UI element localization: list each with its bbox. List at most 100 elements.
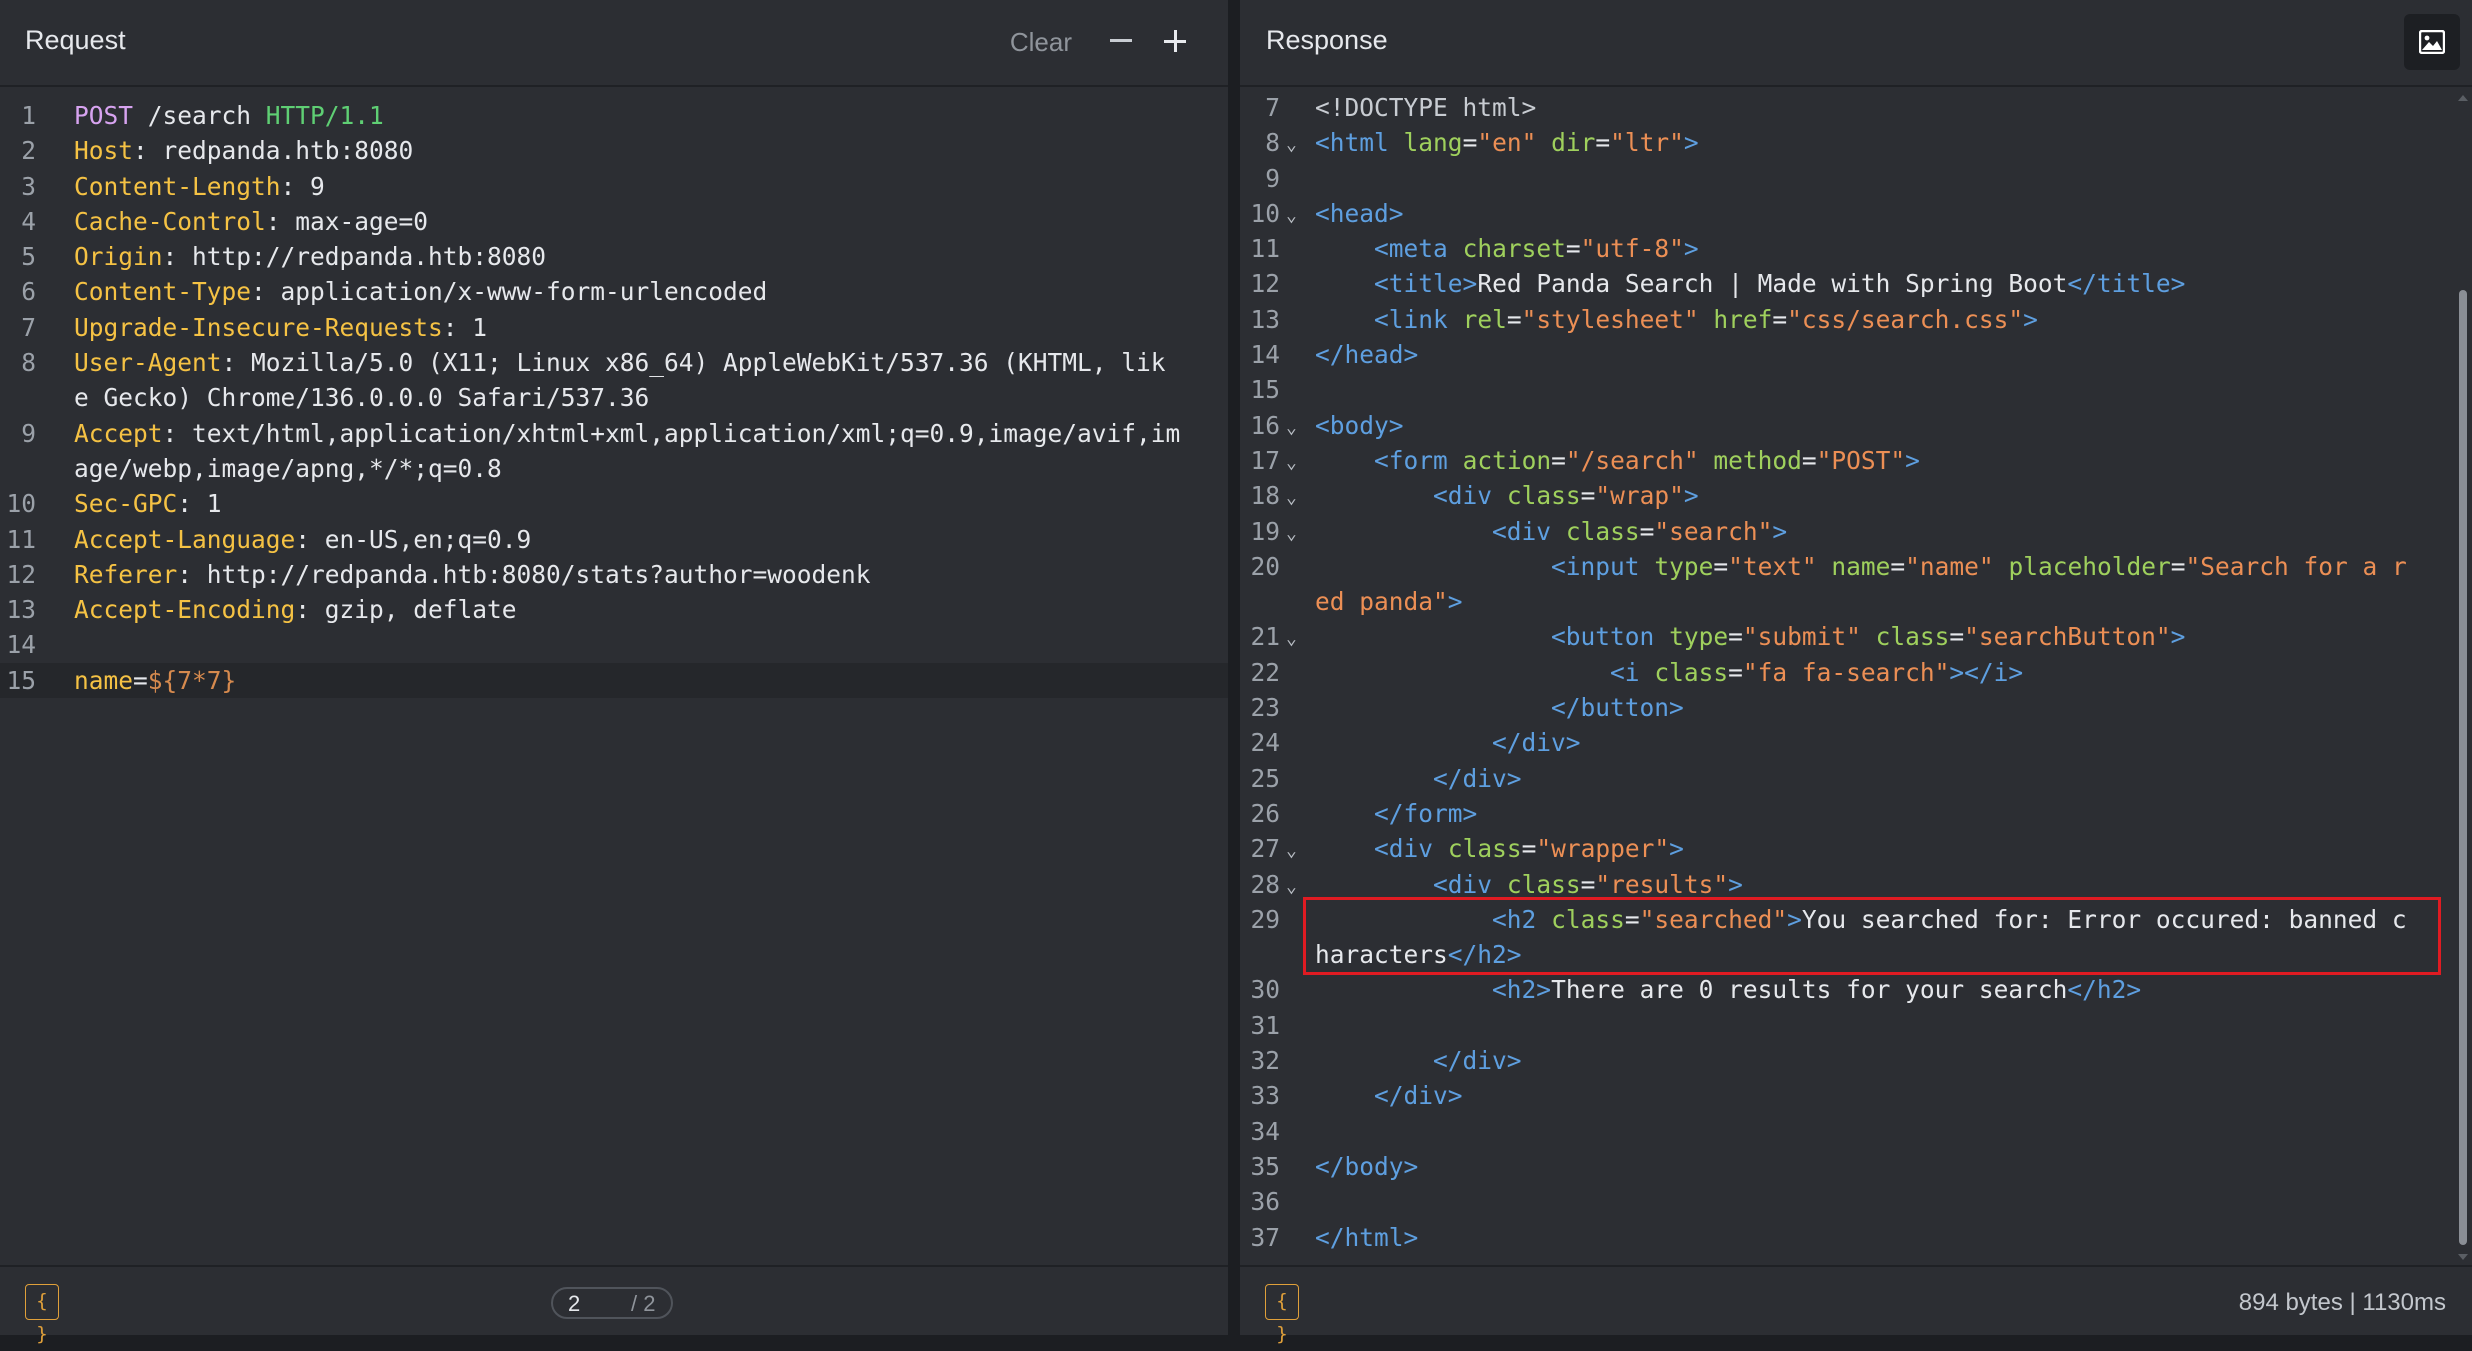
line-number: 13 [1250, 304, 1280, 334]
line-text: User-Agent: Mozilla/5.0 (X11; Linux x86_… [74, 345, 1166, 416]
code-line[interactable]: 32 </div> [1240, 1043, 2472, 1078]
fold-chevron-icon[interactable]: ⌄ [1286, 621, 1297, 656]
code-line[interactable]: 17 ⌄ <form action="/search" method="POST"… [1240, 443, 2472, 478]
line-text: <form action="/search" method="POST"> [1315, 443, 1920, 478]
code-line[interactable]: 10 Sec-GPC: 1 [0, 486, 1228, 521]
line-text: Sec-GPC: 1 [74, 486, 222, 521]
line-text: Accept-Language: en-US,en;q=0.9 [74, 522, 531, 557]
scroll-down-icon[interactable] [2458, 1254, 2468, 1260]
code-line[interactable]: 7 <!DOCTYPE html> [1240, 90, 2472, 125]
code-line[interactable]: 34 [1240, 1114, 2472, 1149]
token: : 1 [177, 489, 222, 519]
clear-button[interactable]: Clear [1010, 27, 1072, 58]
fold-chevron-icon[interactable]: ⌄ [1286, 516, 1297, 551]
fold-chevron-icon[interactable]: ⌄ [1286, 833, 1297, 868]
code-line[interactable]: 21 ⌄ <button type="submit" class="searchB… [1240, 619, 2472, 654]
code-line[interactable]: 36 [1240, 1184, 2472, 1219]
code-line[interactable]: 13 <link rel="stylesheet" href="css/sear… [1240, 302, 2472, 337]
line-number: 25 [1250, 763, 1280, 793]
fold-chevron-icon[interactable]: ⌄ [1286, 198, 1297, 233]
token: form [1403, 798, 1463, 828]
code-line[interactable]: 12 Referer: http://redpanda.htb:8080/stat… [0, 557, 1228, 592]
plus-icon[interactable] [1164, 30, 1186, 52]
code-line[interactable]: 4 Cache-Control: max-age=0 [0, 204, 1228, 239]
fold-chevron-icon[interactable]: ⌄ [1286, 480, 1297, 515]
code-line[interactable]: 8 ⌄ <html lang="en" dir="ltr"> [1240, 125, 2472, 160]
line-number: 29 [1250, 904, 1280, 934]
request-editor[interactable]: 1 POST /search HTTP/1.1 2 Host: redpanda.ht… [0, 98, 1228, 699]
token: </ [2067, 975, 2097, 1005]
line-number: 32 [1250, 1046, 1280, 1076]
token: type [1669, 622, 1729, 652]
code-line[interactable]: 11 Accept-Language: en-US,en;q=0.9 [0, 522, 1228, 557]
code-line[interactable]: 16 ⌄ <body> [1240, 408, 2472, 443]
token: i [1624, 657, 1640, 687]
code-line[interactable]: 19 ⌄ <div class="search"> [1240, 514, 2472, 549]
code-line[interactable]: 5 Origin: http://redpanda.htb:8080 [0, 239, 1228, 274]
scroll-up-icon[interactable] [2458, 95, 2468, 101]
code-line[interactable]: 27 ⌄ <div class="wrapper"> [1240, 831, 2472, 866]
scroll-thumb[interactable] [2459, 290, 2467, 1245]
code-line[interactable]: 31 [1240, 1008, 2472, 1043]
token: Referer [74, 559, 178, 589]
fold-chevron-icon[interactable]: ⌄ [1286, 869, 1297, 904]
code-line[interactable]: 14 </head> [1240, 337, 2472, 372]
code-line[interactable]: 8 User-Agent: Mozilla/5.0 (X11; Linux x86… [0, 345, 1228, 416]
response-viewer[interactable]: 7 <!DOCTYPE html> 8 ⌄ <html lang="en" dir="l… [1240, 90, 2472, 1255]
fold-chevron-icon[interactable]: ⌄ [1286, 127, 1297, 162]
code-line[interactable]: 15 name=${7*7} [0, 662, 1228, 699]
code-line[interactable]: 14 [0, 627, 1228, 662]
code-line[interactable]: 12 <title>Red Panda Search | Made with S… [1240, 266, 2472, 301]
code-line[interactable]: 7 Upgrade-Insecure-Requests: 1 [0, 310, 1228, 345]
token: button [1580, 693, 1670, 723]
token: "fa fa-search" [1742, 657, 1950, 687]
code-line[interactable]: 18 ⌄ <div class="wrap"> [1240, 478, 2472, 513]
token: < [1315, 128, 1330, 158]
image-view-button[interactable] [2404, 14, 2460, 70]
response-pane: Response 7 <!DOCTYPE html> 8 ⌄ <html lang="e… [1240, 0, 2472, 1345]
code-line[interactable]: 20 <input type="text" name="name" placeh… [1240, 549, 2472, 620]
pretty-print-button[interactable]: { } [1265, 1284, 1299, 1345]
line-number: 23 [1250, 693, 1280, 723]
fold-chevron-icon[interactable]: ⌄ [1286, 410, 1297, 445]
request-pager[interactable]: 2 / 2 [551, 1287, 673, 1319]
token: = [1728, 622, 1743, 652]
code-line[interactable]: 6 Content-Type: application/x-www-form-ur… [0, 274, 1228, 309]
code-line[interactable]: 9 [1240, 161, 2472, 196]
code-line[interactable]: 35 </body> [1240, 1149, 2472, 1184]
line-text: <i class="fa fa-search"></i> [1315, 655, 2023, 690]
code-line[interactable]: 15 [1240, 372, 2472, 407]
code-line[interactable]: 30 <h2>There are 0 results for your sear… [1240, 972, 2472, 1007]
code-line[interactable]: 22 <i class="fa fa-search"></i> [1240, 655, 2472, 690]
response-header: Response [1240, 0, 2472, 87]
line-text: <html lang="en" dir="ltr"> [1315, 125, 1699, 160]
request-title: Request [25, 25, 126, 55]
code-line[interactable]: 37 </html> [1240, 1220, 2472, 1255]
response-scrollbar[interactable] [2458, 95, 2468, 1260]
line-text: <!DOCTYPE html> [1315, 90, 1536, 125]
code-line[interactable]: 26 </form> [1240, 796, 2472, 831]
code-line[interactable]: 2 Host: redpanda.htb:8080 [0, 133, 1228, 168]
token: = [1890, 551, 1906, 581]
token: </ [1492, 728, 1522, 758]
code-line[interactable]: 13 Accept-Encoding: gzip, deflate [0, 592, 1228, 627]
code-line[interactable]: 3 Content-Length: 9 [0, 169, 1228, 204]
code-line[interactable]: 33 </div> [1240, 1078, 2472, 1113]
code-line[interactable]: 24 </div> [1240, 725, 2472, 760]
pretty-print-button[interactable]: { } [25, 1284, 59, 1345]
line-text: <div class="search"> [1315, 514, 1787, 549]
code-line[interactable]: 23 </button> [1240, 690, 2472, 725]
code-line[interactable]: 9 Accept: text/html,application/xhtml+xml… [0, 416, 1228, 487]
line-number: 8 [21, 348, 36, 378]
pager-current[interactable]: 2 [568, 1291, 580, 1317]
code-line[interactable]: 11 <meta charset="utf-8"> [1240, 231, 2472, 266]
code-line[interactable]: 10 ⌄ <head> [1240, 196, 2472, 231]
line-text: Host: redpanda.htb:8080 [74, 133, 413, 168]
code-line[interactable]: 25 </div> [1240, 761, 2472, 796]
line-number: 4 [21, 206, 36, 236]
code-line[interactable]: 1 POST /search HTTP/1.1 [0, 98, 1228, 133]
fold-chevron-icon[interactable]: ⌄ [1286, 445, 1297, 480]
minus-icon[interactable] [1110, 39, 1132, 42]
